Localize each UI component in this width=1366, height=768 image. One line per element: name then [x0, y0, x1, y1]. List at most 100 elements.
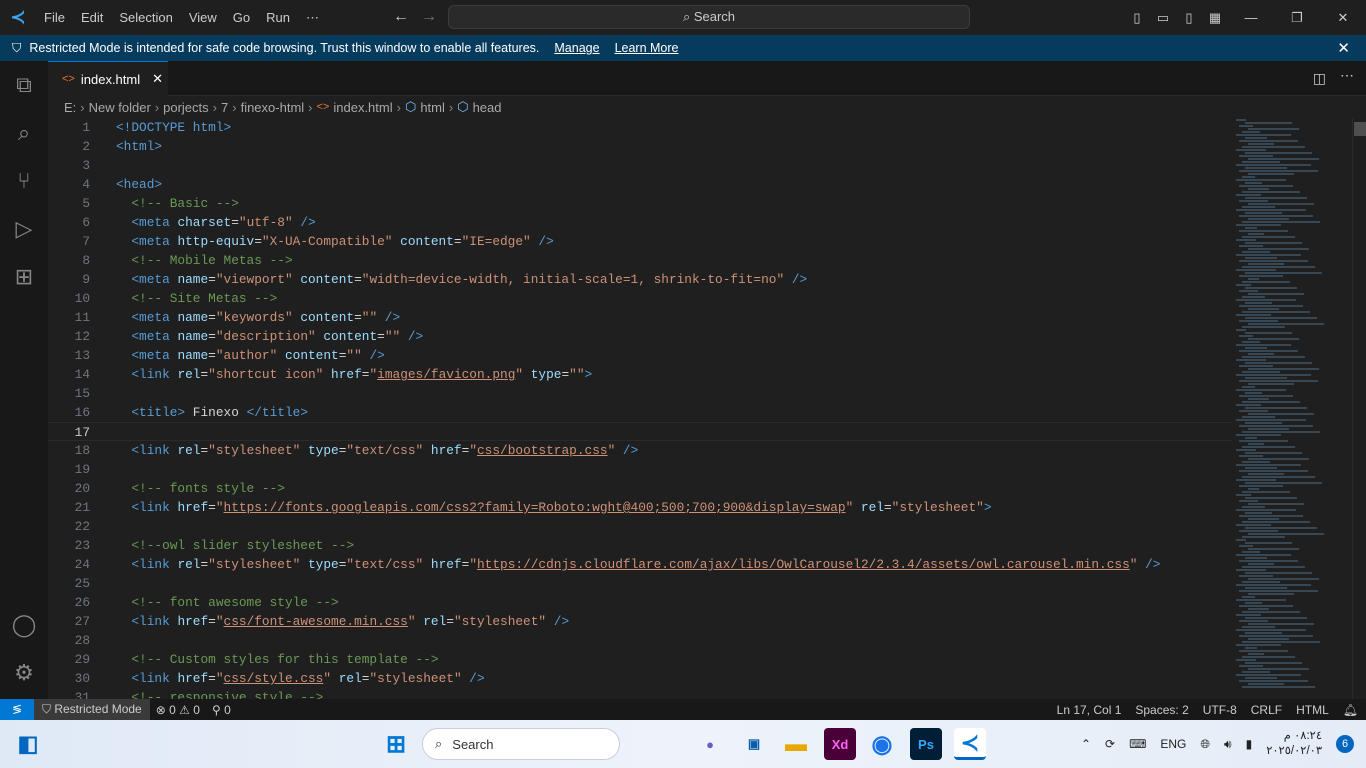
- crumb-drive[interactable]: E:: [64, 100, 76, 115]
- teams-icon[interactable]: ●: [694, 728, 726, 760]
- menu-view[interactable]: View: [181, 10, 225, 25]
- photoshop-icon[interactable]: Ps: [910, 728, 942, 760]
- restore-button[interactable]: ❐: [1274, 10, 1320, 26]
- crumb-element[interactable]: html: [420, 100, 445, 115]
- code-line[interactable]: 14 <link rel="shortcut icon" href="image…: [48, 365, 1232, 384]
- more-actions-icon[interactable]: ⋯: [1340, 67, 1354, 84]
- code-line[interactable]: 24 <link rel="stylesheet" type="text/css…: [48, 555, 1232, 574]
- code-line[interactable]: 11 <meta name="keywords" content="" />: [48, 308, 1232, 327]
- code-line[interactable]: 2 <html>: [48, 137, 1232, 156]
- crumb-folder[interactable]: New folder: [89, 100, 151, 115]
- close-tab-icon[interactable]: ✕: [152, 71, 163, 87]
- store-icon[interactable]: ▣: [738, 728, 770, 760]
- search-icon[interactable]: ⌕: [0, 109, 48, 157]
- code-line[interactable]: 28: [48, 631, 1232, 650]
- code-line[interactable]: 13 <meta name="author" content="" />: [48, 346, 1232, 365]
- code-line[interactable]: 22: [48, 517, 1232, 536]
- notification-badge[interactable]: 6: [1336, 735, 1354, 753]
- minimize-button[interactable]: —: [1228, 10, 1274, 25]
- code-line[interactable]: 31 <!-- responsive style -->: [48, 688, 1232, 699]
- code-line[interactable]: 1 <!DOCTYPE html>: [48, 118, 1232, 137]
- code-editor[interactable]: 1 <!DOCTYPE html> 2 <html> 3 4 <head> 5 <!-- Ba…: [48, 118, 1232, 699]
- vertical-scrollbar[interactable]: [1352, 118, 1366, 699]
- code-line[interactable]: 20 <!-- fonts style -->: [48, 479, 1232, 498]
- adobe-xd-icon[interactable]: Xd: [824, 728, 856, 760]
- crumb-folder[interactable]: 7: [221, 100, 228, 115]
- command-center-search[interactable]: ⌕ Search: [448, 5, 970, 29]
- explorer-icon[interactable]: ⧉: [0, 61, 48, 109]
- extensions-icon[interactable]: ⊞: [0, 253, 48, 301]
- code-line[interactable]: 18 <link rel="stylesheet" type="text/css…: [48, 441, 1232, 460]
- widgets-icon[interactable]: ◧: [12, 728, 44, 760]
- split-editor-icon[interactable]: ◫: [1313, 70, 1326, 87]
- menu-run[interactable]: Run: [258, 10, 298, 25]
- minimap[interactable]: [1236, 118, 1348, 699]
- back-arrow-icon[interactable]: ←: [393, 8, 409, 25]
- code-line[interactable]: 6 <meta charset="utf-8" />: [48, 213, 1232, 232]
- keyboard-icon[interactable]: ⌨: [1129, 737, 1146, 751]
- code-line[interactable]: 12 <meta name="description" content="" /…: [48, 327, 1232, 346]
- problems-status[interactable]: ⊗ 0 ⚠ 0: [150, 703, 206, 717]
- run-debug-icon[interactable]: ▷: [0, 205, 48, 253]
- code-line[interactable]: 7 <meta http-equiv="X-UA-Compatible" con…: [48, 232, 1232, 251]
- chevron-up-icon[interactable]: ⌃: [1081, 737, 1091, 751]
- toggle-secondary-sidebar-icon[interactable]: ▯: [1176, 10, 1202, 26]
- code-line[interactable]: 16 <title> Finexo </title>: [48, 403, 1232, 422]
- cursor-position[interactable]: Ln 17, Col 1: [1057, 703, 1122, 717]
- battery-icon[interactable]: ▮: [1246, 737, 1253, 751]
- accounts-icon[interactable]: ◯: [0, 601, 48, 649]
- encoding[interactable]: UTF-8: [1203, 703, 1237, 717]
- restricted-mode-status[interactable]: ⛉ Restricted Mode: [34, 699, 150, 720]
- menu-more[interactable]: ⋯: [298, 10, 327, 25]
- code-line[interactable]: 27 <link href="css/font-awesome.min.css"…: [48, 612, 1232, 631]
- code-line[interactable]: 3: [48, 156, 1232, 175]
- tab-index-html[interactable]: <> index.html ✕: [48, 61, 168, 96]
- code-line[interactable]: 5 <!-- Basic -->: [48, 194, 1232, 213]
- remote-indicator-icon[interactable]: ≶: [0, 699, 34, 720]
- notifications-bell-icon[interactable]: 🔔︎: [1343, 703, 1358, 717]
- customize-layout-icon[interactable]: ▦: [1202, 10, 1228, 26]
- vscode-taskbar-icon[interactable]: ≺: [954, 728, 986, 760]
- language-mode[interactable]: HTML: [1296, 703, 1329, 717]
- code-line[interactable]: 10 <!-- Site Metas -->: [48, 289, 1232, 308]
- settings-gear-icon[interactable]: ⚙: [0, 649, 48, 697]
- crumb-file[interactable]: index.html: [333, 100, 392, 115]
- sync-icon[interactable]: ⟳: [1105, 737, 1115, 751]
- code-line[interactable]: 15: [48, 384, 1232, 403]
- code-line[interactable]: 19: [48, 460, 1232, 479]
- clock[interactable]: ٠٨:٢٤ م ٢٠٢٥/٠٢/٠٣: [1266, 729, 1322, 759]
- menu-edit[interactable]: Edit: [73, 10, 111, 25]
- close-banner-icon[interactable]: ✕: [1337, 39, 1350, 57]
- crumb-folder[interactable]: porjects: [163, 100, 209, 115]
- file-explorer-icon[interactable]: ▬: [780, 728, 812, 760]
- menu-selection[interactable]: Selection: [111, 10, 180, 25]
- crumb-folder[interactable]: finexo-html: [241, 100, 305, 115]
- source-control-icon[interactable]: ⑂: [0, 157, 48, 205]
- network-icon[interactable]: 🌐︎: [1200, 737, 1210, 752]
- input-language[interactable]: ENG: [1160, 737, 1186, 751]
- chrome-icon[interactable]: ◉: [866, 728, 898, 760]
- toggle-sidebar-icon[interactable]: ▯: [1124, 10, 1150, 26]
- code-line[interactable]: 9 <meta name="viewport" content="width=d…: [48, 270, 1232, 289]
- code-line[interactable]: 25: [48, 574, 1232, 593]
- code-line[interactable]: 4 <head>: [48, 175, 1232, 194]
- manage-link[interactable]: Manage: [554, 41, 599, 55]
- menu-file[interactable]: File: [36, 10, 73, 25]
- volume-icon[interactable]: 🔊︎: [1224, 737, 1232, 752]
- code-line[interactable]: 8 <!-- Mobile Metas -->: [48, 251, 1232, 270]
- learn-more-link[interactable]: Learn More: [615, 41, 679, 55]
- toggle-panel-icon[interactable]: ▭: [1150, 10, 1176, 26]
- indentation[interactable]: Spaces: 2: [1135, 703, 1188, 717]
- close-window-button[interactable]: ✕: [1320, 10, 1366, 26]
- crumb-element[interactable]: head: [473, 100, 502, 115]
- start-windows-icon[interactable]: ⊞: [380, 728, 412, 760]
- code-line[interactable]: 29 <!-- Custom styles for this template …: [48, 650, 1232, 669]
- forward-arrow-icon[interactable]: →: [421, 8, 437, 25]
- code-line[interactable]: 30 <link href="css/style.css" rel="style…: [48, 669, 1232, 688]
- code-line[interactable]: 17: [48, 422, 1232, 441]
- ports-status[interactable]: ⚲ 0: [206, 703, 237, 717]
- scrollbar-thumb[interactable]: [1354, 122, 1366, 136]
- menu-go[interactable]: Go: [225, 10, 258, 25]
- code-line[interactable]: 26 <!-- font awesome style -->: [48, 593, 1232, 612]
- code-line[interactable]: 23 <!--owl slider stylesheet -->: [48, 536, 1232, 555]
